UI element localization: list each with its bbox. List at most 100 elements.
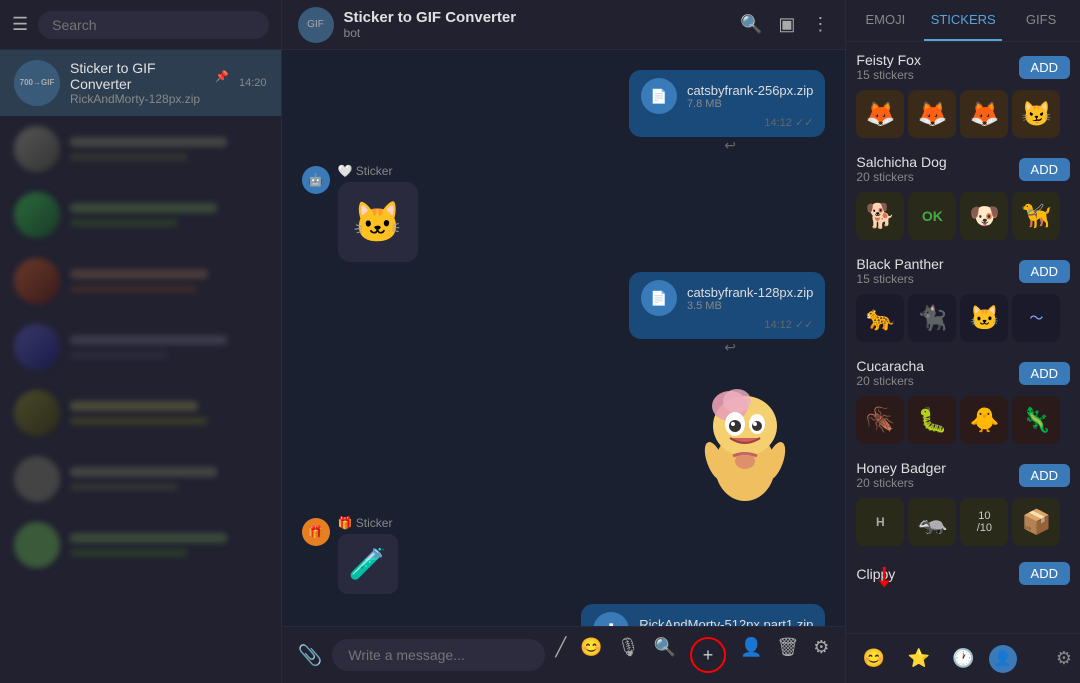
msg-bubble: 🤍 Sticker 🐱 — [338, 164, 418, 262]
list-item[interactable] — [0, 248, 281, 314]
sticker-preview-item[interactable]: 🦊 — [960, 90, 1008, 138]
trash-icon[interactable]: 🗑 — [776, 637, 799, 673]
sticker-search-icon[interactable]: 🔍 — [654, 637, 676, 673]
sticker-set-header: Clippy ADD — [856, 562, 1070, 585]
sidebar: ☰ 700→GIF Sticker to GIF Converter 📌 Ric… — [0, 0, 282, 683]
bottom-tab-recent[interactable]: 🕐 — [944, 642, 983, 675]
chat-time: 14:20 — [239, 77, 267, 89]
file-info: catsbyfrank-128px.zip 3.5 MB — [687, 285, 813, 312]
sticker-previews: 🦊 🦊 🦊 😼 — [856, 90, 1070, 138]
bottom-avatar[interactable]: 👤 — [989, 645, 1017, 673]
sticker-preview-item[interactable]: 🐕 — [856, 192, 904, 240]
avatar: 700→GIF — [14, 60, 60, 106]
list-item[interactable] — [0, 116, 281, 182]
sidebar-header: ☰ — [0, 0, 281, 50]
user-profile-icon[interactable]: 👤 — [740, 637, 762, 673]
chat-name: Sticker to GIF Converter 📌 — [70, 60, 229, 92]
sticker-set-info: Clippy — [856, 566, 895, 582]
filename: RickAndMorty-512px.part1.zip — [639, 617, 813, 627]
list-item[interactable] — [0, 314, 281, 380]
sticker-preview-item[interactable]: 🦮 — [1012, 192, 1060, 240]
forward-icon[interactable]: ↩ — [724, 339, 736, 356]
gear-icon[interactable]: ⚙ — [1056, 648, 1072, 669]
add-salchicha-dog-button[interactable]: ADD — [1019, 158, 1070, 181]
file-message: 📄 catsbyfrank-256px.zip 7.8 MB — [641, 78, 813, 114]
settings-icon[interactable]: ⚙ — [813, 637, 829, 673]
microphone-icon[interactable]: 🎙 — [617, 637, 640, 673]
search-icon[interactable]: 🔍 — [740, 14, 762, 35]
search-input[interactable] — [38, 11, 268, 39]
sticker-preview-item[interactable]: OK — [908, 192, 956, 240]
chat-header-name: Sticker to GIF Converter — [344, 9, 730, 26]
sticker-previews: 🪳 🐛 🐥 🦎 — [856, 396, 1070, 444]
sticker-previews: 🐆 🐈‍⬛ 🐱 〜 — [856, 294, 1070, 342]
sticker-image-container — [675, 366, 815, 506]
sticker-preview-item[interactable]: 🐈‍⬛ — [908, 294, 956, 342]
sticker-preview-item[interactable]: 🦡 — [908, 498, 956, 546]
message-input[interactable] — [332, 639, 545, 671]
sticker-set-header: Salchicha Dog 20 stickers ADD — [856, 154, 1070, 184]
sticker-preview-item[interactable]: 🪳 — [856, 396, 904, 444]
add-honey-badger-button[interactable]: ADD — [1019, 464, 1070, 487]
chat-item-sticker-converter[interactable]: 700→GIF Sticker to GIF Converter 📌 RickA… — [0, 50, 281, 116]
sticker-preview-item[interactable]: 10/10 — [960, 498, 1008, 546]
emoji-icon[interactable]: 😊 — [580, 637, 602, 673]
slash-command-icon[interactable]: ╱ — [555, 637, 566, 673]
sticker-preview-item[interactable]: 〜 — [1012, 294, 1060, 342]
bottom-tab-emoji[interactable]: 😊 — [854, 642, 893, 675]
forward-icon[interactable]: ↩ — [724, 137, 736, 154]
more-options-icon[interactable]: ⋮ — [811, 14, 829, 35]
msg-time: 14:12 ✓✓ — [641, 116, 813, 129]
add-sticker-button[interactable]: + — [690, 637, 726, 673]
sticker-set-feisty-fox: Feisty Fox 15 stickers ADD 🦊 🦊 🦊 😼 — [856, 52, 1070, 138]
tab-gifs[interactable]: GIFS — [1002, 0, 1080, 41]
sticker-main — [675, 366, 815, 506]
sticker-preview-item[interactable]: 📦 — [1012, 498, 1060, 546]
sticker-thumb: 🧪 — [338, 534, 398, 594]
sticker-set-clippy: Clippy ADD — [856, 562, 1070, 585]
sender-avatar: 🤖 — [302, 166, 330, 194]
list-item[interactable] — [0, 512, 281, 578]
sticker-set-header: Cucaracha 20 stickers ADD — [856, 358, 1070, 388]
sticker-set-info: Feisty Fox 15 stickers — [856, 52, 921, 82]
sticker-preview-item[interactable]: 🐱 — [960, 294, 1008, 342]
sticker-preview-item[interactable]: 😼 — [1012, 90, 1060, 138]
add-black-panther-button[interactable]: ADD — [1019, 260, 1070, 283]
message-row: 🎁 🎁 Sticker 🧪 — [302, 516, 826, 594]
sticker-preview-item[interactable]: 🦊 — [908, 90, 956, 138]
sticker-preview-item[interactable]: 🐛 — [908, 396, 956, 444]
hamburger-menu-icon[interactable]: ☰ — [12, 14, 28, 35]
list-item[interactable] — [0, 380, 281, 446]
bottom-tab-star[interactable]: ⭐ — [899, 642, 938, 675]
sticker-preview-img: 🐱 — [338, 182, 418, 262]
sticker-set-honey-badger: Honey Badger 20 stickers ADD H 🦡 10/10 📦 — [856, 460, 1070, 546]
sticker-preview-item[interactable]: 🦊 — [856, 90, 904, 138]
sticker-preview-item[interactable]: 🦎 — [1012, 396, 1060, 444]
msg-bubble: ⬇ RickAndMorty-512px.part1.zip 45.1 MB 1… — [581, 604, 825, 626]
filename: catsbyfrank-256px.zip — [687, 83, 813, 98]
sticker-preview-item[interactable]: 🐥 — [960, 396, 1008, 444]
list-item[interactable] — [0, 446, 281, 512]
add-clippy-button[interactable]: ADD — [1019, 562, 1070, 585]
sticker-preview-item[interactable]: 🐶 — [960, 192, 1008, 240]
chat-header: GIF Sticker to GIF Converter bot 🔍 ▣ ⋮ — [282, 0, 846, 50]
add-cucaracha-button[interactable]: ADD — [1019, 362, 1070, 385]
attachment-icon[interactable]: 📎 — [298, 643, 323, 668]
avatar — [14, 192, 60, 238]
set-count: 20 stickers — [856, 374, 924, 388]
list-item[interactable] — [0, 182, 281, 248]
input-icons: ╱ 😊 🎙 🔍 + 👤 🗑 ⚙ — [555, 637, 829, 673]
sticker-set-salchicha-dog: Salchicha Dog 20 stickers ADD 🐕 OK 🐶 🦮 — [856, 154, 1070, 240]
sticker-preview-item[interactable]: H — [856, 498, 904, 546]
avatar — [14, 258, 60, 304]
set-count: 15 stickers — [856, 68, 921, 82]
sticker-preview-item[interactable]: 🐆 — [856, 294, 904, 342]
avatar — [14, 390, 60, 436]
chat-header-avatar: GIF — [298, 7, 334, 43]
add-feisty-fox-button[interactable]: ADD — [1019, 56, 1070, 79]
tab-emoji[interactable]: EMOJI — [846, 0, 924, 41]
sticker-set-header: Feisty Fox 15 stickers ADD — [856, 52, 1070, 82]
columns-icon[interactable]: ▣ — [778, 14, 795, 35]
tab-stickers[interactable]: STICKERS — [924, 0, 1002, 41]
msg-content: 📄 catsbyfrank-256px.zip 7.8 MB 14:12 ✓✓ — [629, 70, 825, 137]
